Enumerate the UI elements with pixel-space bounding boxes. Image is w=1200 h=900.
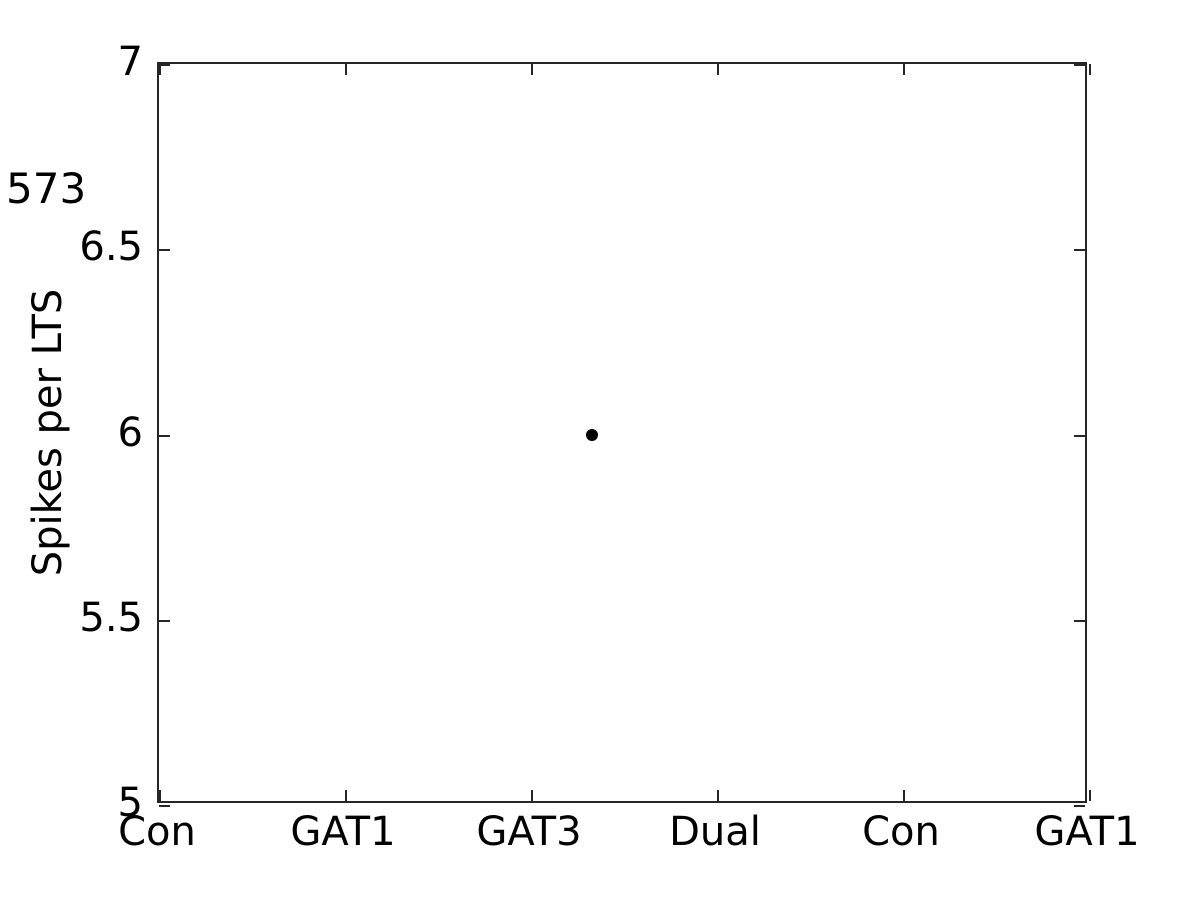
y-tick-label: 6 xyxy=(117,409,143,456)
x-tick-label: GAT1 xyxy=(1034,809,1140,855)
figure-panel: 573 Spikes per LTS 5 5.5 6 6.5 7 Con GAT1 GAT3… xyxy=(0,0,1200,900)
x-tick-mark xyxy=(1089,64,1091,75)
y-tick-label: 5.5 xyxy=(79,594,143,641)
x-tick-label: Dual xyxy=(669,809,761,855)
x-tick-label: Con xyxy=(862,809,940,855)
x-tick-label: Con xyxy=(118,809,196,855)
x-tick-label: GAT3 xyxy=(476,809,582,855)
x-tick-label: GAT1 xyxy=(290,809,396,855)
y-tick-mark xyxy=(1074,805,1085,807)
y-tick-mark xyxy=(159,805,170,807)
x-tick-mark xyxy=(1089,790,1091,801)
plot-axes xyxy=(157,62,1091,807)
y-tick-label: 6.5 xyxy=(79,224,143,271)
plot-data-area xyxy=(159,64,1085,801)
y-tick-label: 7 xyxy=(117,39,143,85)
data-point xyxy=(586,428,599,441)
